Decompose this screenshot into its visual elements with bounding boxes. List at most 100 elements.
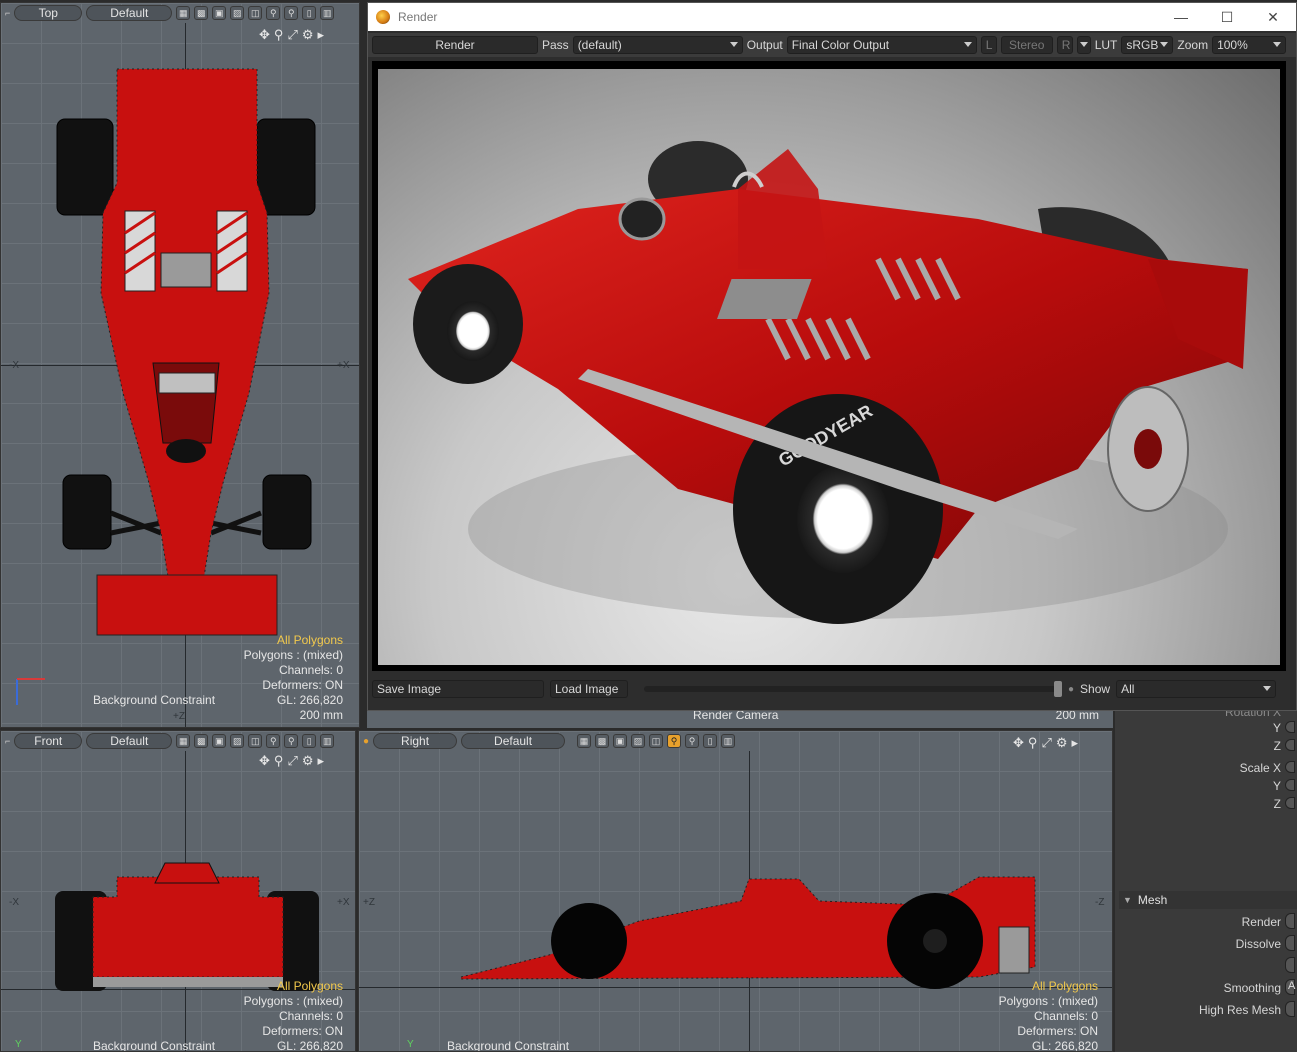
expand-icon[interactable]: ▸ (318, 27, 325, 43)
selection-mode[interactable]: All Polygons (244, 979, 343, 994)
close-button[interactable]: ✕ (1250, 3, 1296, 31)
stereo-dropdown[interactable] (1076, 36, 1091, 54)
settings-icon[interactable]: ⚙ (1056, 735, 1068, 751)
pan-icon[interactable]: ✥ (259, 753, 270, 769)
scale-y-field[interactable] (1285, 779, 1295, 791)
shade-icon[interactable]: ▣ (212, 6, 227, 20)
fit-icon[interactable]: ⤢ (287, 27, 297, 43)
selection-mode[interactable]: All Polygons (999, 979, 1098, 994)
car-front-view (55, 862, 319, 991)
light-icon[interactable]: ◫ (248, 734, 263, 748)
scale-x-field[interactable] (1285, 761, 1295, 773)
view-type-button[interactable]: Top (14, 5, 83, 21)
render-bottom-bar: Save Image Load Image ● Show All (368, 679, 1296, 699)
viewport-front[interactable]: ⌐ Front Default ▦ ▩ ▣ ▨ ◫ ⚲ ⚲ ▯ ▥ ✥ ⚲ ⤢ … (0, 730, 356, 1052)
viewport-menu-icon[interactable]: ⌐ (5, 8, 10, 18)
viewport-right-header: ● Right Default ▦ ▩ ▣ ▨ ◫ ⚲ ⚲ ▯ ▥ (359, 731, 1112, 751)
light-icon[interactable]: ◫ (248, 6, 263, 20)
grid-icon[interactable]: ▩ (595, 734, 610, 748)
extra-field[interactable] (1285, 957, 1295, 973)
zoom-icon[interactable]: ⚲ (274, 753, 284, 769)
shading-button[interactable]: Default (86, 733, 173, 749)
camera-icon[interactable]: ⚲ (284, 734, 299, 748)
frame-slider[interactable] (644, 681, 1062, 697)
axis-label: +X (337, 897, 350, 908)
zoom-select[interactable]: 100% (1212, 36, 1287, 54)
output-value: Final Color Output (791, 38, 890, 52)
output-select[interactable]: Final Color Output (786, 36, 977, 54)
isolate-icon[interactable]: ▯ (302, 6, 317, 20)
selection-mode[interactable]: All Polygons (244, 633, 343, 648)
viewport-top[interactable]: ⌐ Top Default ▦ ▩ ▣ ▨ ◫ ⚲ ⚲ ▯ ▥ ✥ ⚲ ⤢ ⚙ … (0, 2, 360, 728)
texture-icon[interactable]: ▨ (230, 734, 245, 748)
load-image-button[interactable]: Load Image (550, 680, 628, 698)
stereo-right-button[interactable]: R (1056, 36, 1073, 54)
mesh-section-header[interactable]: ▼ Mesh (1119, 891, 1297, 909)
maximize-button[interactable]: ☐ (1204, 3, 1250, 31)
layers-icon[interactable]: ▥ (721, 734, 736, 748)
rotation-z-field[interactable] (1285, 739, 1295, 751)
settings-icon[interactable]: ⚙ (302, 753, 314, 769)
shading-button[interactable]: Default (86, 5, 173, 21)
expand-icon[interactable]: ▸ (1072, 735, 1079, 751)
lut-select[interactable]: sRGB (1121, 36, 1174, 54)
skeleton-icon[interactable]: ⚲ (266, 6, 281, 20)
gl-stat: GL: 266,820 (1031, 1039, 1098, 1052)
pan-icon[interactable]: ✥ (1013, 735, 1024, 751)
frame-slider-knob[interactable] (1054, 681, 1062, 697)
viewport-menu-icon[interactable]: ⌐ (5, 736, 10, 746)
grid-icon[interactable]: ▩ (194, 6, 209, 20)
lut-label: LUT (1094, 38, 1118, 52)
pass-select[interactable]: (default) (572, 36, 743, 54)
dissolve-field[interactable] (1285, 935, 1295, 951)
render-canvas[interactable]: GOODYEAR (372, 61, 1286, 671)
grid-icon[interactable]: ▩ (194, 734, 209, 748)
wireframe-icon[interactable]: ▦ (176, 734, 191, 748)
gl-stat: GL: 266,820 (276, 693, 343, 707)
high-res-mesh-field[interactable] (1285, 1001, 1295, 1017)
camera-icon[interactable]: ⚲ (284, 6, 299, 20)
wireframe-icon[interactable]: ▦ (176, 6, 191, 20)
show-select[interactable]: All (1116, 680, 1277, 698)
render-window-titlebar[interactable]: Render — ☐ ✕ (368, 3, 1296, 31)
background-constraint: Background Constraint (93, 693, 216, 707)
fit-icon[interactable]: ⤢ (1041, 735, 1051, 751)
skeleton-icon[interactable]: ⚲ (266, 734, 281, 748)
viewport-stats: All Polygons Polygons : (mixed) Channels… (999, 979, 1098, 1052)
shading-button[interactable]: Default (461, 733, 566, 749)
fit-icon[interactable]: ⤢ (287, 753, 297, 769)
minimize-button[interactable]: — (1158, 3, 1204, 31)
view-type-button[interactable]: Front (14, 733, 83, 749)
render-button[interactable]: Render (372, 36, 538, 54)
zoom-icon[interactable]: ⚲ (274, 27, 284, 43)
dropdown-arrow-icon (963, 42, 972, 47)
isolate-icon[interactable]: ▯ (302, 734, 317, 748)
camera-icon[interactable]: ⚲ (685, 734, 700, 748)
pan-icon[interactable]: ✥ (259, 27, 270, 43)
skeleton-icon[interactable]: ⚲ (667, 734, 682, 748)
settings-icon[interactable]: ⚙ (302, 27, 314, 43)
rotation-y-label: Y (1272, 721, 1281, 735)
save-image-button[interactable]: Save Image (372, 680, 544, 698)
texture-icon[interactable]: ▨ (230, 6, 245, 20)
stereo-button[interactable]: Stereo (1000, 36, 1053, 54)
rotation-y-field[interactable] (1285, 721, 1295, 733)
layers-icon[interactable]: ▥ (320, 734, 335, 748)
texture-icon[interactable]: ▨ (631, 734, 646, 748)
zoom-icon[interactable]: ⚲ (1028, 735, 1038, 751)
smoothing-field[interactable]: A (1285, 979, 1295, 995)
shade-icon[interactable]: ▣ (212, 734, 227, 748)
layers-icon[interactable]: ▥ (320, 6, 335, 20)
scale-z-field[interactable] (1285, 797, 1295, 809)
expand-icon[interactable]: ▸ (318, 753, 325, 769)
zoom-label: Zoom (1177, 38, 1209, 52)
stereo-left-button[interactable]: L (980, 36, 997, 54)
render-field[interactable] (1285, 913, 1295, 929)
isolate-icon[interactable]: ▯ (703, 734, 718, 748)
view-type-button[interactable]: Right (373, 733, 458, 749)
axis-label: +Z (363, 897, 375, 908)
shade-icon[interactable]: ▣ (613, 734, 628, 748)
viewport-right[interactable]: ● Right Default ▦ ▩ ▣ ▨ ◫ ⚲ ⚲ ▯ ▥ ✥ ⚲ ⤢ … (358, 730, 1113, 1052)
wireframe-icon[interactable]: ▦ (577, 734, 592, 748)
light-icon[interactable]: ◫ (649, 734, 664, 748)
